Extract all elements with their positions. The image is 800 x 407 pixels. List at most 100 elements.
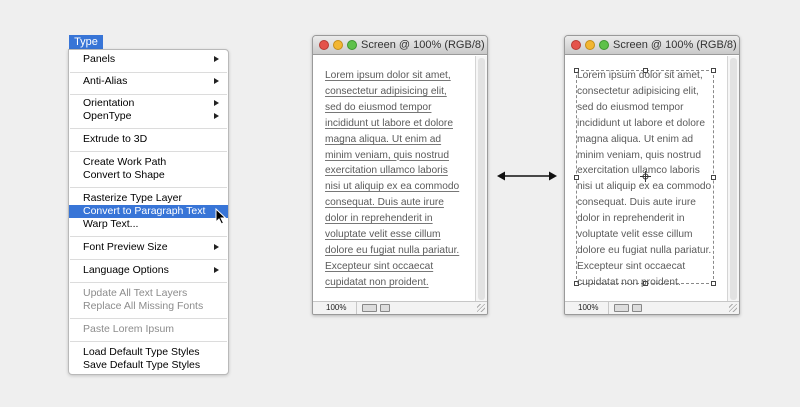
menu-item-language-options[interactable]: Language Options bbox=[69, 264, 228, 277]
arrow-cursor-icon bbox=[215, 208, 227, 225]
text-line: dolor in reprehenderit in bbox=[577, 213, 685, 225]
menu-item-extrude-3d[interactable]: Extrude to 3D bbox=[69, 133, 228, 146]
text-line: nisi ut aliquip ex ea commodo bbox=[577, 181, 712, 193]
menu-item-label: OpenType bbox=[83, 110, 132, 122]
menu-item-load-default-type-styles[interactable]: Load Default Type Styles bbox=[69, 346, 228, 359]
type-menu: Panels Anti-Alias Orientation OpenType E… bbox=[68, 49, 229, 375]
menu-separator bbox=[70, 259, 227, 260]
text-line: voluptate velit esse cillum bbox=[577, 229, 693, 241]
paragraph-text-block[interactable]: Lorem ipsum dolor sit amet, consectetur … bbox=[577, 68, 717, 291]
text-line: minim veniam, quis nostrud bbox=[325, 149, 449, 161]
resize-grip-icon[interactable] bbox=[729, 304, 737, 312]
close-button[interactable] bbox=[319, 40, 329, 50]
text-line: consectetur adipisicing elit, bbox=[577, 85, 699, 97]
text-line: Excepteur sint occaecat bbox=[577, 260, 686, 272]
menu-item-label: Convert to Paragraph Text bbox=[83, 205, 206, 217]
minimize-button[interactable] bbox=[333, 40, 343, 50]
menu-item-convert-to-shape[interactable]: Convert to Shape bbox=[69, 169, 228, 182]
menu-item-create-work-path[interactable]: Create Work Path bbox=[69, 156, 228, 169]
close-button[interactable] bbox=[571, 40, 581, 50]
resize-grip-icon[interactable] bbox=[477, 304, 485, 312]
menu-separator bbox=[70, 94, 227, 95]
submenu-arrow-icon bbox=[214, 78, 219, 84]
menu-item-label: Save Default Type Styles bbox=[83, 359, 201, 371]
menu-item-rasterize-type-layer[interactable]: Rasterize Type Layer bbox=[69, 192, 228, 205]
zoom-button[interactable] bbox=[347, 40, 357, 50]
menu-item-panels[interactable]: Panels bbox=[69, 53, 228, 66]
menu-item-label: Paste Lorem Ipsum bbox=[83, 323, 175, 335]
type-menu-title[interactable]: Type bbox=[69, 35, 103, 50]
text-line: dolor in reprehenderit in bbox=[325, 213, 433, 225]
text-line: dolore eu fugiat nulla pariatur. bbox=[325, 244, 460, 256]
text-line: Excepteur sint occaecat bbox=[325, 260, 434, 272]
text-line: consequat. Duis aute irure bbox=[325, 197, 444, 209]
menu-item-label: Create Work Path bbox=[83, 156, 167, 168]
menu-item-label: Extrude to 3D bbox=[83, 133, 148, 145]
submenu-arrow-icon bbox=[214, 56, 219, 62]
point-text-block[interactable]: Lorem ipsum dolor sit amet, consectetur … bbox=[325, 68, 465, 291]
menu-separator bbox=[70, 236, 227, 237]
scroll-thumb[interactable] bbox=[730, 58, 737, 300]
menu-item-paste-lorem-ipsum: Paste Lorem Ipsum bbox=[69, 323, 228, 336]
menu-separator bbox=[70, 318, 227, 319]
menu-separator bbox=[70, 187, 227, 188]
zoom-level[interactable]: 100% bbox=[565, 302, 609, 314]
menu-item-label: Rasterize Type Layer bbox=[83, 192, 183, 204]
text-line: nisi ut aliquip ex ea commodo bbox=[325, 181, 460, 193]
vertical-scrollbar[interactable] bbox=[727, 56, 739, 302]
submenu-arrow-icon bbox=[214, 113, 219, 119]
submenu-arrow-icon bbox=[214, 100, 219, 106]
document-info-icon[interactable] bbox=[614, 304, 629, 312]
text-line: sed do eiusmod tempor bbox=[577, 101, 684, 113]
document-window-paragraph-text[interactable]: Screen @ 100% (RGB/8) Lorem ipsum dolor … bbox=[564, 35, 740, 315]
menu-item-orientation[interactable]: Orientation bbox=[69, 97, 228, 110]
menu-separator bbox=[70, 128, 227, 129]
scroll-thumb[interactable] bbox=[478, 58, 485, 300]
vertical-scrollbar[interactable] bbox=[475, 56, 487, 302]
text-line: incididunt ut labore et dolore bbox=[325, 117, 453, 129]
menu-item-label: Warp Text... bbox=[83, 218, 139, 230]
menu-separator bbox=[70, 341, 227, 342]
menu-item-warp-text[interactable]: Warp Text... bbox=[69, 218, 228, 231]
text-line: consequat. Duis aute irure bbox=[577, 197, 696, 209]
share-icon[interactable] bbox=[632, 304, 642, 312]
text-line: dolore eu fugiat nulla pariatur. bbox=[577, 244, 712, 256]
text-line: exercitation ullamco laboris bbox=[577, 165, 700, 177]
submenu-arrow-icon bbox=[214, 244, 219, 250]
document-info-icon[interactable] bbox=[362, 304, 377, 312]
window-titlebar[interactable]: Screen @ 100% (RGB/8) bbox=[313, 36, 487, 55]
text-line: cupidatat non proident. bbox=[325, 276, 429, 288]
text-line: incididunt ut labore et dolore bbox=[577, 117, 705, 129]
status-bar: 100% bbox=[313, 301, 487, 314]
document-canvas[interactable]: Lorem ipsum dolor sit amet, consectetur … bbox=[313, 56, 475, 302]
menu-item-anti-alias[interactable]: Anti-Alias bbox=[69, 75, 228, 88]
menu-item-label: Convert to Shape bbox=[83, 169, 165, 181]
text-line: voluptate velit esse cillum bbox=[325, 229, 441, 241]
menu-item-label: Panels bbox=[83, 53, 116, 65]
document-window-point-text[interactable]: Screen @ 100% (RGB/8) Lorem ipsum dolor … bbox=[312, 35, 488, 315]
window-titlebar[interactable]: Screen @ 100% (RGB/8) bbox=[565, 36, 739, 55]
menu-item-update-all-text-layers: Update All Text Layers bbox=[69, 287, 228, 300]
window-title: Screen @ 100% (RGB/8) bbox=[613, 39, 737, 51]
document-canvas[interactable]: Lorem ipsum dolor sit amet, consectetur … bbox=[565, 56, 727, 302]
menu-item-label: Orientation bbox=[83, 97, 135, 109]
text-line: cupidatat non proident. bbox=[577, 276, 681, 288]
menu-item-label: Language Options bbox=[83, 264, 169, 276]
menu-item-font-preview-size[interactable]: Font Preview Size bbox=[69, 241, 228, 254]
window-title: Screen @ 100% (RGB/8) bbox=[361, 39, 485, 51]
minimize-button[interactable] bbox=[585, 40, 595, 50]
menu-item-opentype[interactable]: OpenType bbox=[69, 110, 228, 123]
zoom-button[interactable] bbox=[599, 40, 609, 50]
menu-item-label: Update All Text Layers bbox=[83, 287, 188, 299]
menu-item-label: Anti-Alias bbox=[83, 75, 128, 87]
zoom-level[interactable]: 100% bbox=[313, 302, 357, 314]
menu-item-convert-to-paragraph-text[interactable]: Convert to Paragraph Text bbox=[69, 205, 228, 218]
text-line: minim veniam, quis nostrud bbox=[577, 149, 701, 161]
text-line: sed do eiusmod tempor bbox=[325, 101, 432, 113]
menu-item-label: Font Preview Size bbox=[83, 241, 168, 253]
double-arrow-icon bbox=[497, 171, 557, 181]
menu-item-save-default-type-styles[interactable]: Save Default Type Styles bbox=[69, 359, 228, 372]
menu-separator bbox=[70, 151, 227, 152]
text-line: Lorem ipsum dolor sit amet, bbox=[577, 70, 703, 81]
share-icon[interactable] bbox=[380, 304, 390, 312]
